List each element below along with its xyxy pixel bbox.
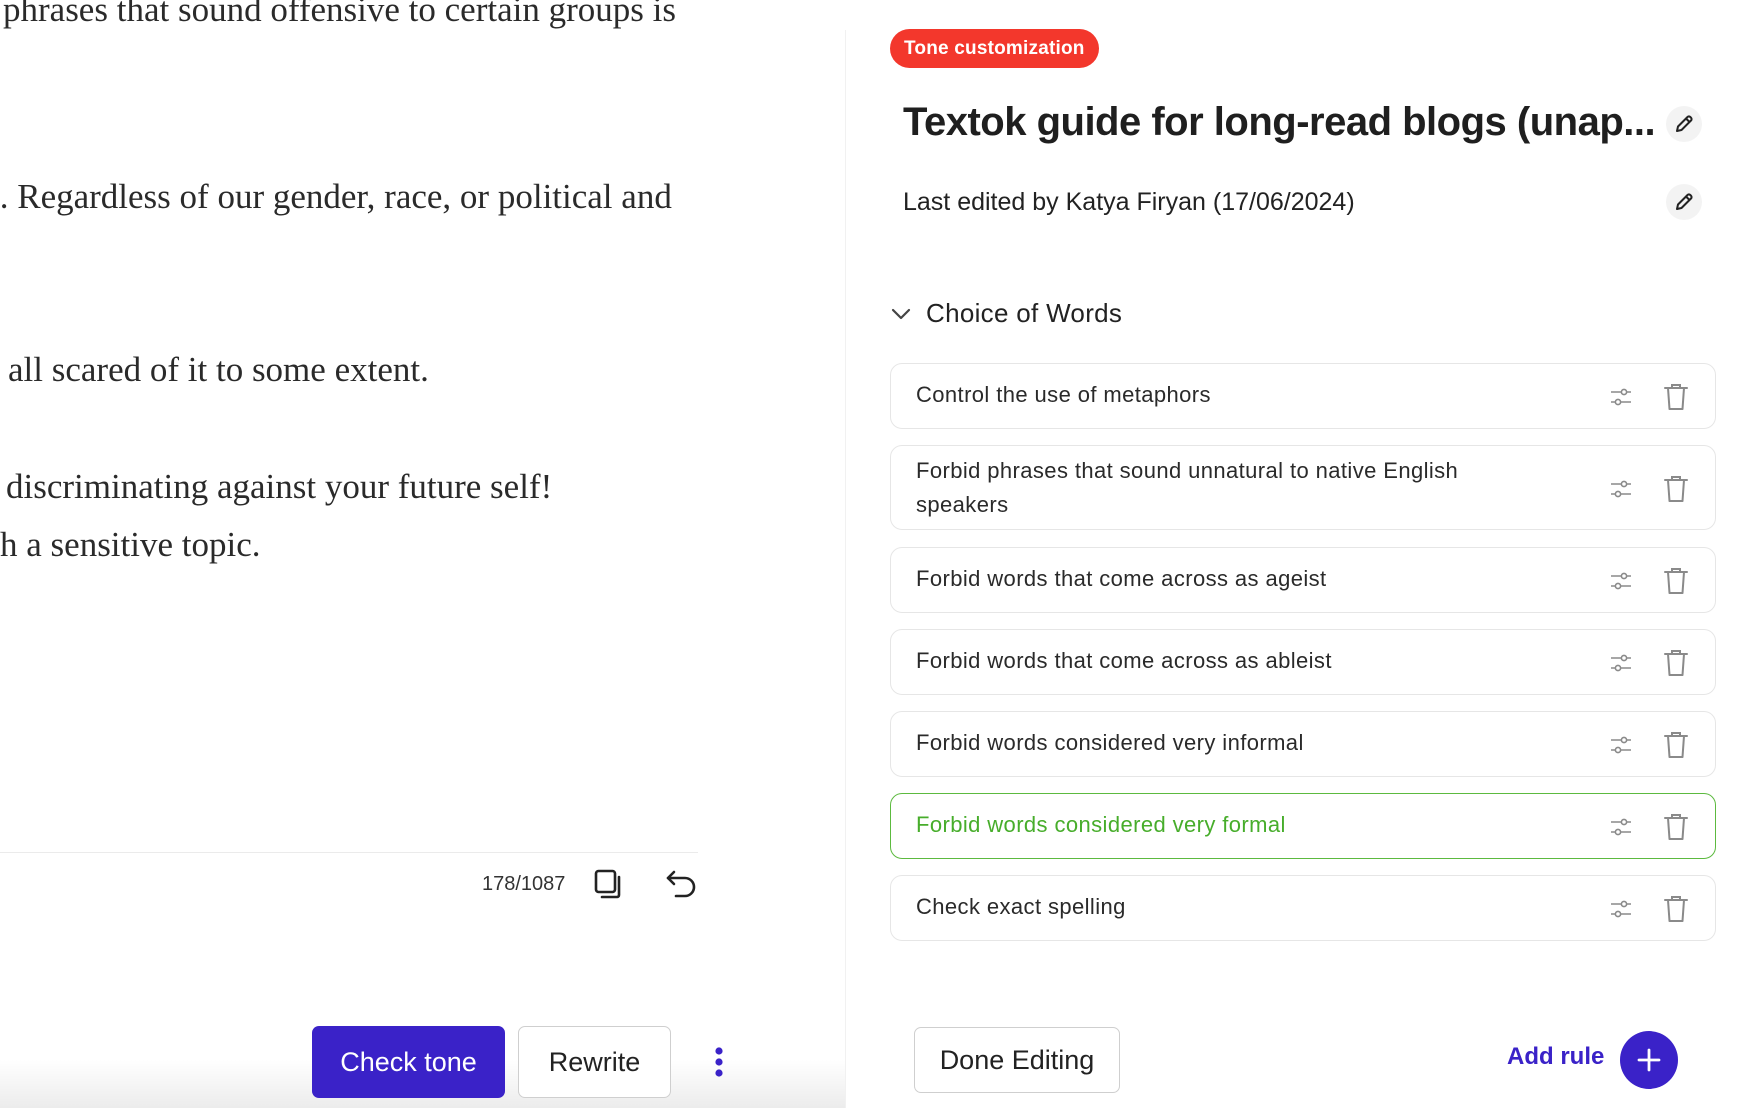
trash-icon (1664, 896, 1688, 922)
section-toggle-choice-of-words[interactable]: Choice of Words (890, 298, 1122, 329)
guide-title: Textok guide for long-read blogs (unap..… (903, 100, 1656, 144)
editor-text-line[interactable]: h a sensitive topic. (0, 525, 261, 565)
add-rule-button[interactable] (1620, 1031, 1678, 1089)
trash-icon (1664, 732, 1688, 758)
text-editor[interactable]: phrases that sound offensive to certain … (0, 0, 850, 1108)
editor-text-line[interactable]: discriminating against your future self! (6, 467, 552, 507)
trash-icon (1664, 650, 1688, 676)
check-tone-button[interactable]: Check tone (312, 1026, 505, 1098)
editor-footer-divider (0, 852, 698, 853)
rule-settings-button[interactable] (1607, 895, 1635, 923)
rule-item[interactable]: Forbid phrases that sound unnatural to n… (890, 445, 1716, 530)
sliders-icon (1611, 900, 1631, 918)
rule-label: Forbid words considered very informal (916, 730, 1304, 755)
rule-settings-button[interactable] (1607, 731, 1635, 759)
rule-item[interactable]: Forbid words considered very informal (890, 711, 1716, 777)
done-editing-button[interactable]: Done Editing (914, 1027, 1120, 1093)
rule-item[interactable]: Check exact spelling (890, 875, 1716, 941)
pencil-icon (1676, 115, 1693, 132)
rule-label: Forbid words considered very formal (916, 812, 1286, 837)
more-options-button[interactable] (705, 1040, 733, 1084)
add-rule-link[interactable]: Add rule (1507, 1043, 1604, 1071)
sliders-icon (1611, 736, 1631, 754)
rules-list[interactable]: Control the use of metaphors Forbid phras… (890, 363, 1722, 986)
rule-settings-button[interactable] (1607, 475, 1635, 503)
rule-delete-button[interactable] (1661, 811, 1691, 843)
rule-label: Forbid words that come across as ageist (916, 566, 1327, 591)
rule-label: Forbid words that come across as ableist (916, 648, 1332, 673)
undo-icon (666, 870, 696, 898)
rule-delete-button[interactable] (1661, 381, 1691, 413)
trash-icon (1664, 384, 1688, 410)
rule-settings-button[interactable] (1607, 649, 1635, 677)
rule-delete-button[interactable] (1661, 473, 1691, 505)
copy-button[interactable] (590, 866, 626, 902)
more-vertical-icon (715, 1047, 723, 1077)
trash-icon (1664, 814, 1688, 840)
rule-item[interactable]: Forbid words that come across as ageist (890, 547, 1716, 613)
sliders-icon (1611, 480, 1631, 497)
rule-item[interactable]: Forbid words considered very formal (890, 793, 1716, 859)
section-title: Choice of Words (926, 298, 1123, 328)
rule-delete-button[interactable] (1661, 647, 1691, 679)
sliders-icon (1611, 818, 1631, 836)
chevron-down-icon (890, 303, 912, 325)
rule-label: Forbid phrases that sound unnatural to n… (916, 458, 1459, 517)
edit-details-button[interactable] (1666, 184, 1702, 220)
pencil-icon (1676, 193, 1693, 210)
sliders-icon (1611, 654, 1631, 672)
undo-button[interactable] (662, 866, 700, 902)
rule-settings-button[interactable] (1607, 813, 1635, 841)
editor-text-line[interactable]: phrases that sound offensive to certain … (3, 0, 676, 30)
trash-icon (1664, 568, 1688, 594)
sliders-icon (1611, 388, 1631, 406)
editor-text-line[interactable]: all scared of it to some extent. (8, 350, 429, 390)
rule-delete-button[interactable] (1661, 729, 1691, 761)
copy-icon (594, 869, 621, 899)
sliders-icon (1611, 572, 1631, 590)
tone-customization-badge: Tone customization (890, 29, 1099, 68)
rule-settings-button[interactable] (1607, 567, 1635, 595)
rule-item[interactable]: Forbid words that come across as ableist (890, 629, 1716, 695)
trash-icon (1664, 475, 1688, 502)
rule-label: Control the use of metaphors (916, 382, 1211, 407)
character-count: 178/1087 (482, 873, 566, 895)
rule-item[interactable]: Control the use of metaphors (890, 363, 1716, 429)
rule-delete-button[interactable] (1661, 893, 1691, 925)
editor-text-line[interactable]: t. Regardless of our gender, race, or po… (0, 177, 672, 217)
tone-customization-panel: Tone customization Textok guide for long… (846, 0, 1754, 1108)
edit-title-button[interactable] (1666, 106, 1702, 142)
rule-settings-button[interactable] (1607, 383, 1635, 411)
rule-delete-button[interactable] (1661, 565, 1691, 597)
rule-label: Check exact spelling (916, 894, 1126, 919)
plus-icon (1637, 1048, 1661, 1072)
last-edited-info: Last edited by Katya Firyan (17/06/2024) (903, 188, 1355, 216)
rewrite-button[interactable]: Rewrite (518, 1026, 671, 1098)
